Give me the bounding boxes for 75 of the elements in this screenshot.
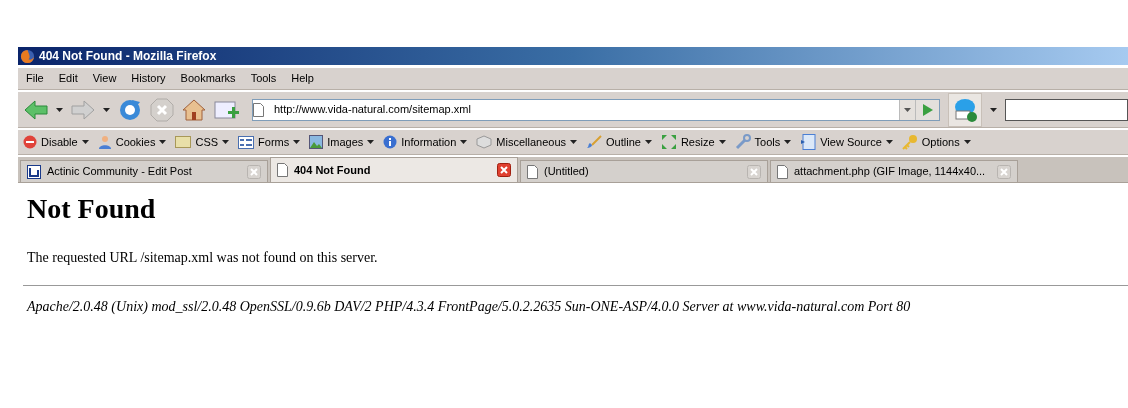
- close-icon[interactable]: [497, 163, 511, 177]
- toolbar-menu-button[interactable]: View Source: [820, 133, 882, 151]
- toolbar-menu-button[interactable]: CSS: [195, 133, 219, 151]
- toolbar-menu-button[interactable]: Miscellaneous: [496, 133, 567, 151]
- person-icon: [97, 135, 112, 149]
- key-icon: [901, 134, 918, 150]
- caret-icon[interactable]: [885, 140, 893, 144]
- caret-icon[interactable]: [159, 140, 167, 144]
- error-message: The requested URL /sitemap.xml was not found on this server.: [27, 249, 379, 267]
- caret-icon[interactable]: [644, 140, 652, 144]
- caret-icon[interactable]: [56, 107, 63, 112]
- brush-icon: [586, 135, 603, 149]
- toolbar-menu-button[interactable]: Tools: [754, 133, 781, 151]
- menu-item[interactable]: Edit: [58, 70, 78, 87]
- toolbar-menu-button[interactable]: Options: [921, 133, 960, 151]
- home-icon[interactable]: [182, 97, 206, 122]
- reload-icon[interactable]: [118, 97, 142, 122]
- server-signature: Apache/2.0.48 (Unix) mod_ssl/2.0.48 OpenSSL/0.9.6b DAV/2 PHP/4.3.4 FrontPage/5.0.2.2635 Sun-ONE-ASP/4.0.0 Server at www.vida-natural.com Port 80: [25, 298, 912, 316]
- image-icon: [309, 135, 324, 149]
- window-title: 404 Not Found - Mozilla Firefox: [39, 48, 217, 65]
- history-dropdown-button[interactable]: [899, 99, 915, 120]
- menu-item[interactable]: Bookmarks: [180, 70, 236, 87]
- toolbar-menu-button[interactable]: Resize: [680, 133, 715, 151]
- browser-tab[interactable]: (Untitled): [520, 160, 768, 182]
- caret-icon[interactable]: [718, 140, 726, 144]
- add-bookmark-icon[interactable]: [214, 98, 240, 121]
- page-icon: [527, 164, 538, 179]
- source-page-icon: [800, 134, 817, 150]
- info-icon: [383, 135, 398, 149]
- caret-icon: [904, 107, 911, 112]
- menu-item[interactable]: File: [26, 70, 44, 87]
- page-icon: [777, 164, 788, 179]
- site-logo-icon: [27, 164, 41, 179]
- toolbar-menu-button[interactable]: Cookies: [115, 133, 156, 151]
- menu-item[interactable]: Help: [291, 70, 314, 87]
- search-field[interactable]: [1005, 98, 1128, 121]
- skype-button[interactable]: [948, 92, 982, 127]
- browser-tab[interactable]: attachment.php (GIF Image, 1144x40...: [770, 160, 1018, 182]
- menu-item[interactable]: History: [131, 70, 166, 87]
- form-icon: [238, 135, 255, 149]
- go-button[interactable]: [915, 99, 939, 120]
- tab-title: Actinic Community - Edit Post: [47, 164, 193, 180]
- caret-icon[interactable]: [963, 140, 971, 144]
- toolbar-menu-button[interactable]: Forms: [258, 133, 290, 151]
- browser-tab[interactable]: Actinic Community - Edit Post: [20, 160, 268, 182]
- resize-arrows-icon: [660, 134, 677, 150]
- no-entry-icon: [23, 135, 37, 149]
- caret-icon[interactable]: [367, 140, 375, 144]
- url-text: http://www.vida-natural.com/sitemap.xml: [274, 102, 471, 118]
- firefox-logo-icon: [20, 48, 35, 64]
- page-icon: [277, 163, 288, 177]
- tab-title: 404 Not Found: [294, 162, 372, 178]
- stylesheet-icon: [175, 136, 192, 148]
- caret-icon[interactable]: [570, 140, 578, 144]
- toolbar-menu-button[interactable]: Information: [401, 133, 457, 151]
- play-icon: [922, 103, 933, 116]
- menu-item[interactable]: Tools: [250, 70, 277, 87]
- caret-icon[interactable]: [990, 107, 997, 112]
- tab-title: (Untitled): [544, 164, 590, 180]
- page-icon: [253, 102, 264, 117]
- caret-icon[interactable]: [81, 140, 89, 144]
- tab-title: attachment.php (GIF Image, 1144x40...: [794, 164, 987, 180]
- address-field[interactable]: http://www.vida-natural.com/sitemap.xml: [252, 98, 940, 121]
- browser-tab[interactable]: 404 Not Found: [270, 157, 518, 182]
- caret-icon[interactable]: [293, 140, 301, 144]
- page-heading: Not Found: [27, 193, 157, 225]
- toolbar-menu-button[interactable]: Disable: [41, 133, 78, 151]
- phone-badge-icon: [953, 97, 977, 122]
- caret-icon[interactable]: [460, 140, 468, 144]
- toolbar-menu-button[interactable]: Images: [327, 133, 364, 151]
- menu-item[interactable]: View: [92, 70, 117, 87]
- caret-icon[interactable]: [222, 140, 230, 144]
- caret-icon[interactable]: [103, 107, 110, 112]
- toolbar-menu-button[interactable]: Outline: [606, 133, 641, 151]
- caret-icon[interactable]: [784, 140, 792, 144]
